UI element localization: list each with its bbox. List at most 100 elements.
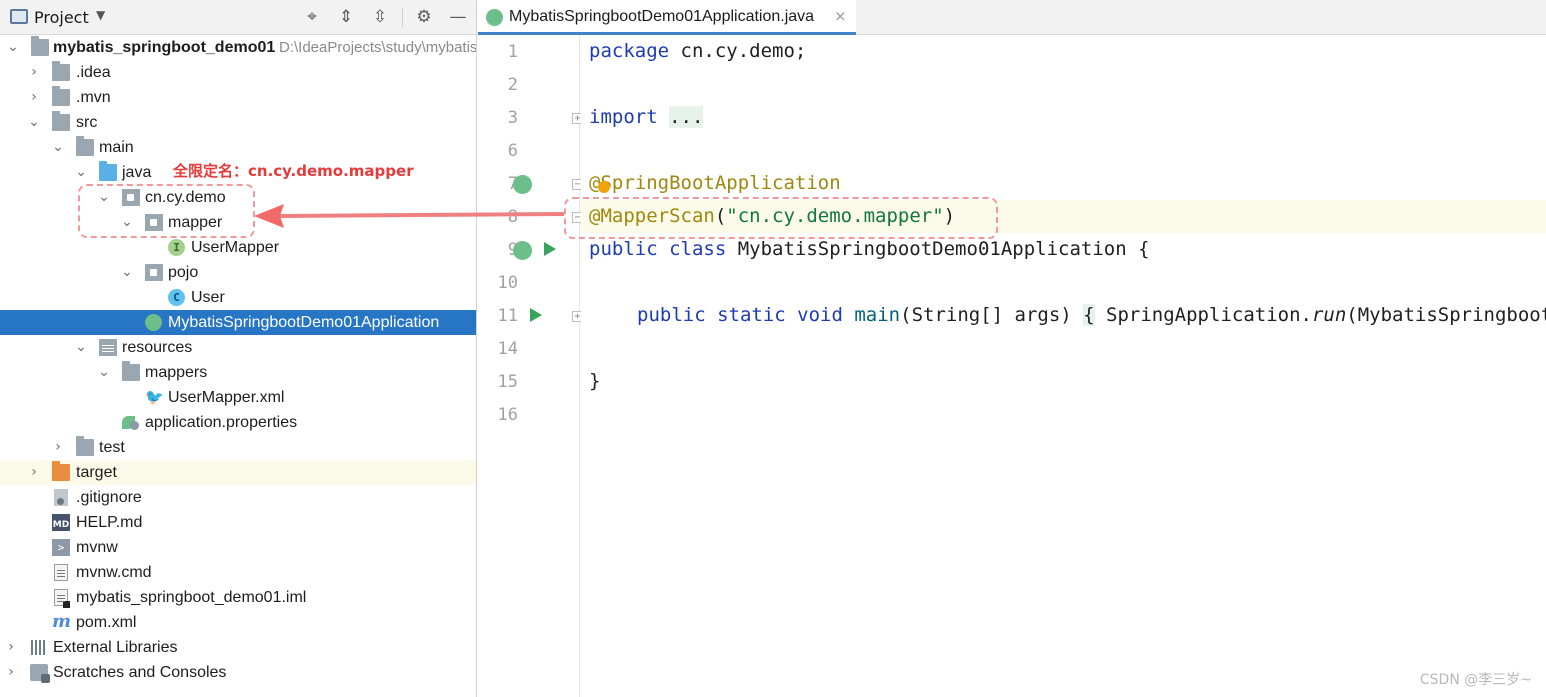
package-icon xyxy=(145,264,163,281)
chevron-right-icon[interactable]: › xyxy=(51,435,65,460)
tree-item-mappers[interactable]: ⌄ mappers xyxy=(0,360,476,385)
tree-item-test[interactable]: › test xyxy=(0,435,476,460)
run-icon[interactable] xyxy=(544,242,556,256)
source-folder-icon xyxy=(99,161,117,181)
line-number: 9 xyxy=(478,240,518,260)
tree-item-label: resources xyxy=(122,339,193,356)
class-icon: C xyxy=(168,289,185,306)
line-number: 3 xyxy=(507,108,518,128)
chevron-right-icon[interactable]: › xyxy=(27,460,41,485)
spring-bean-icon[interactable] xyxy=(513,241,532,260)
tree-item-iml[interactable]: mybatis_springboot_demo01.iml xyxy=(0,585,476,610)
tree-item-idea[interactable]: › .idea xyxy=(0,60,476,85)
chevron-right-icon[interactable]: › xyxy=(27,85,41,110)
tree-item-user[interactable]: C User xyxy=(0,285,476,310)
text-file-icon xyxy=(54,564,68,581)
tree-item-pom-xml[interactable]: m pom.xml xyxy=(0,610,476,635)
mybatis-xml-icon: 🐦 xyxy=(145,388,164,406)
chevron-down-icon[interactable]: ⌄ xyxy=(97,360,111,385)
run-icon[interactable] xyxy=(530,308,542,322)
line-number: 16 xyxy=(497,405,518,425)
tree-item-main[interactable]: ⌄ main xyxy=(0,135,476,160)
collapse-all-icon[interactable]: ⇳ xyxy=(370,7,390,27)
chevron-right-icon[interactable]: › xyxy=(4,660,18,685)
tree-item-label: test xyxy=(99,439,125,456)
locate-file-icon[interactable]: ⌖ xyxy=(302,7,322,27)
code-line-closing-brace: } xyxy=(589,370,601,392)
tree-item-label: mvnw xyxy=(76,539,118,556)
project-view-icon xyxy=(10,9,28,24)
tree-item-gitignore[interactable]: .gitignore xyxy=(0,485,476,510)
tree-item-application-properties[interactable]: application.properties xyxy=(0,410,476,435)
chevron-down-icon[interactable]: ▼ xyxy=(96,8,105,22)
tree-item-label: mybatis_springboot_demo01.iml xyxy=(76,589,307,606)
tree-item-label: mybatis_springboot_demo01 xyxy=(53,39,276,56)
chevron-right-icon[interactable]: › xyxy=(27,60,41,85)
tree-item-label: User xyxy=(191,289,225,306)
tree-item-target[interactable]: › target xyxy=(0,460,476,485)
tree-item-label: mvnw.cmd xyxy=(76,564,152,581)
hide-panel-icon[interactable]: — xyxy=(448,7,468,27)
code-editor[interactable]: package cn.cy.demo; import ... @SpringBo… xyxy=(581,35,1546,697)
tree-item-label: application.properties xyxy=(145,414,298,431)
excluded-folder-icon xyxy=(52,461,70,481)
libraries-icon xyxy=(30,639,48,656)
line-number: 2 xyxy=(507,75,518,95)
spring-bean-icon[interactable] xyxy=(513,175,532,194)
tree-item-project-root[interactable]: ⌄ mybatis_springboot_demo01 D:\IdeaProje… xyxy=(0,35,476,60)
tree-item-label: UserMapper.xml xyxy=(168,389,285,406)
spring-boot-class-icon xyxy=(486,9,503,26)
tree-item-pojo[interactable]: ⌄ pojo xyxy=(0,260,476,285)
tree-item-application-class[interactable]: MybatisSpringbootDemo01Application xyxy=(0,310,476,335)
annotation-box-package xyxy=(78,184,255,238)
tree-item-label: target xyxy=(76,464,117,481)
tree-item-mvnw-cmd[interactable]: mvnw.cmd xyxy=(0,560,476,585)
line-number: 7 xyxy=(478,174,518,194)
line-number: 1 xyxy=(507,42,518,62)
tree-item-label: main xyxy=(99,139,134,156)
chevron-down-icon[interactable]: ⌄ xyxy=(27,110,41,135)
editor-gutter: 1 2 3 6 7 8 9 10 11 14 15 16 + − − + xyxy=(478,35,583,697)
module-folder-icon xyxy=(31,36,49,56)
markdown-icon: MD xyxy=(52,514,70,531)
interface-icon: I xyxy=(168,239,185,256)
editor-tab-application[interactable]: MybatisSpringbootDemo01Application.java … xyxy=(478,0,856,35)
folder-icon xyxy=(76,136,94,156)
tree-item-external-libraries[interactable]: › External Libraries xyxy=(0,635,476,660)
chevron-down-icon[interactable]: ⌄ xyxy=(6,35,20,60)
chevron-down-icon[interactable]: ⌄ xyxy=(74,335,88,360)
tree-item-label: mappers xyxy=(145,364,208,381)
tree-item-label: External Libraries xyxy=(53,639,178,656)
project-panel-header: Project ▼ ⌖ ⇕ ⇳ ⚙ — xyxy=(0,0,476,35)
tree-item-src[interactable]: ⌄ src xyxy=(0,110,476,135)
code-line-package: package cn.cy.demo; xyxy=(589,40,807,62)
intention-bulb-icon[interactable] xyxy=(598,181,610,193)
tree-item-label: pojo xyxy=(168,264,199,281)
tree-item-label: Scratches and Consoles xyxy=(53,664,227,681)
chevron-right-icon[interactable]: › xyxy=(4,635,18,660)
tree-item-scratches[interactable]: › Scratches and Consoles xyxy=(0,660,476,685)
annotation-box-mapperscan xyxy=(564,197,998,239)
tree-item-mvn[interactable]: › .mvn xyxy=(0,85,476,110)
tree-item-usermapper[interactable]: I UserMapper xyxy=(0,235,476,260)
line-number: 11 xyxy=(497,306,518,326)
scratches-icon xyxy=(30,664,50,683)
folder-icon xyxy=(122,361,140,381)
project-view-title[interactable]: Project xyxy=(34,8,89,27)
tree-item-help-md[interactable]: MD HELP.md xyxy=(0,510,476,535)
expand-all-icon[interactable]: ⇕ xyxy=(336,7,356,27)
tree-item-label: .gitignore xyxy=(76,489,142,506)
chevron-down-icon[interactable]: ⌄ xyxy=(51,135,65,160)
terminal-file-icon: > xyxy=(52,539,70,556)
close-icon[interactable]: × xyxy=(834,7,847,25)
tree-item-mvnw[interactable]: > mvnw xyxy=(0,535,476,560)
gear-icon[interactable]: ⚙ xyxy=(414,7,434,27)
tree-item-resources[interactable]: ⌄ resources xyxy=(0,335,476,360)
tree-item-label: pom.xml xyxy=(76,614,137,631)
folded-imports[interactable]: ... xyxy=(669,106,704,128)
chevron-down-icon[interactable]: ⌄ xyxy=(120,260,134,285)
tree-item-usermapper-xml[interactable]: 🐦 UserMapper.xml xyxy=(0,385,476,410)
tree-item-label: HELP.md xyxy=(76,514,143,531)
tree-item-label: .mvn xyxy=(76,89,111,106)
chevron-down-icon[interactable]: ⌄ xyxy=(74,160,88,185)
